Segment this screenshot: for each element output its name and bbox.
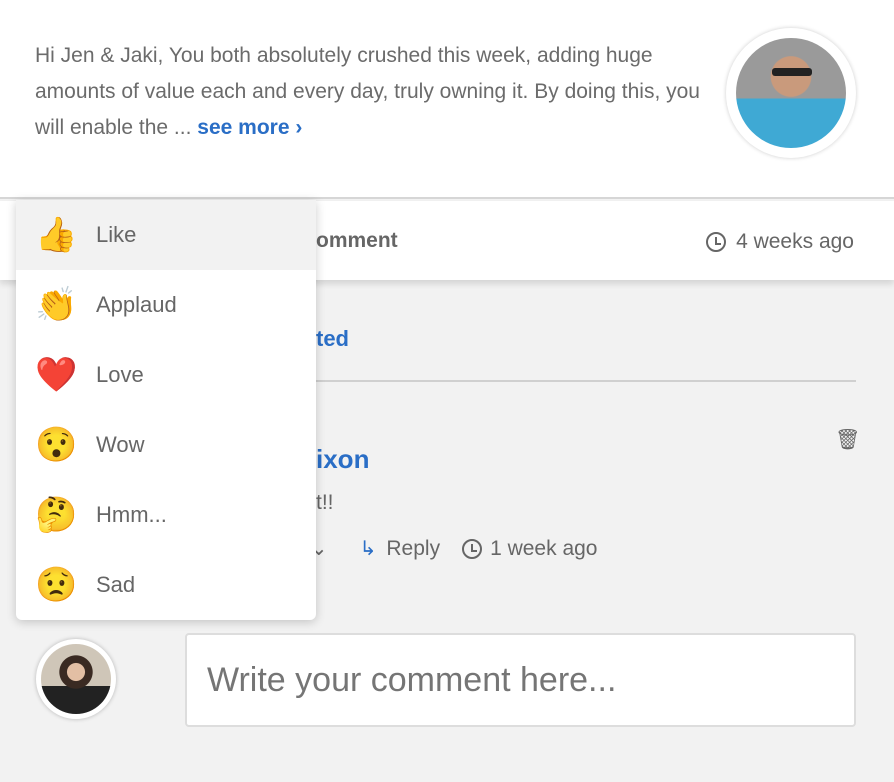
reaction-hmm[interactable]: 🤔 Hmm... — [16, 480, 316, 550]
post-message: Hi Jen & Jaki, You both absolutely crush… — [35, 44, 700, 139]
worried-face-icon: 😟 — [35, 566, 78, 604]
reply-button[interactable]: Reply — [386, 537, 440, 561]
divider — [300, 380, 856, 382]
reaction-love[interactable]: ❤️ Love — [16, 340, 316, 410]
comment-actions: ⌄ ↳ Reply 1 week ago — [310, 536, 598, 561]
clock-icon — [462, 538, 483, 559]
clock-icon — [706, 232, 727, 252]
section-heading[interactable]: ted — [316, 326, 349, 352]
comment-body: t!! — [316, 491, 334, 514]
thumbs-up-icon: 👍 — [35, 216, 78, 254]
post-card: Hi Jen & Jaki, You both absolutely crush… — [0, 0, 894, 199]
comment-input[interactable] — [185, 633, 856, 727]
see-more-link[interactable]: see more › — [197, 116, 302, 139]
clapping-hands-icon: 👏 — [35, 286, 78, 324]
reaction-like[interactable]: 👍 Like — [16, 200, 316, 270]
reaction-applaud[interactable]: 👏 Applaud — [16, 270, 316, 340]
surprised-face-icon: 😯 — [35, 426, 78, 464]
reply-arrow-icon[interactable]: ↳ — [360, 536, 377, 561]
post-timestamp: 4 weeks ago — [706, 230, 854, 254]
heart-icon: ❤️ — [35, 356, 78, 394]
user-avatar — [36, 639, 116, 719]
reaction-wow[interactable]: 😯 Wow — [16, 410, 316, 480]
comment-button[interactable]: omment — [316, 229, 398, 253]
author-avatar[interactable] — [726, 28, 856, 158]
comment-timestamp: 1 week ago — [490, 536, 598, 560]
thinking-face-icon: 🤔 — [35, 496, 78, 534]
comment-author[interactable]: ixon — [316, 444, 369, 475]
reaction-menu: 👍 Like 👏 Applaud ❤️ Love 😯 Wow 🤔 Hmm... 😟 Sad — [16, 200, 316, 620]
trash-icon[interactable]: 🗑 — [835, 427, 860, 452]
reaction-sad[interactable]: 😟 Sad — [16, 550, 316, 620]
